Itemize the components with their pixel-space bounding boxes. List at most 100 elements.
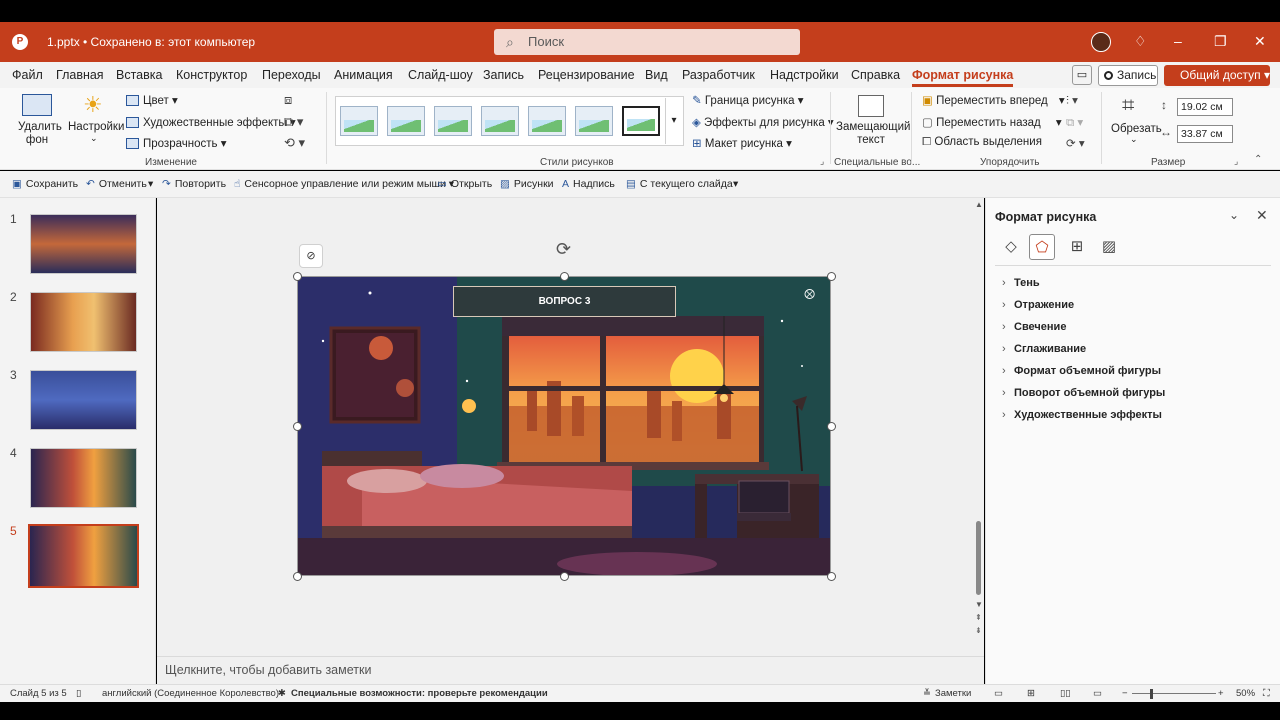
pane-close-icon[interactable]: ✕ xyxy=(1256,207,1268,224)
slide-thumbnail-3[interactable] xyxy=(30,370,137,430)
record-button[interactable]: Запись xyxy=(1098,65,1158,86)
picture-style-1[interactable] xyxy=(340,106,378,136)
bring-forward-button[interactable]: ▣ Переместить вперед ▾ xyxy=(922,93,1065,107)
scrollbar-thumb[interactable] xyxy=(976,521,981,595)
section-3d-rotation[interactable]: › Поворот объемной фигуры xyxy=(1002,387,1165,399)
collapse-ribbon-icon[interactable]: ⌃ xyxy=(1254,154,1262,165)
group-objects-icon[interactable]: ⧉ ▾ xyxy=(1066,115,1083,130)
reading-view-icon[interactable]: ▯▯ xyxy=(1060,688,1070,699)
search-box[interactable]: ⌕ Поиск xyxy=(494,29,800,55)
tab-slideshow[interactable]: Слайд-шоу xyxy=(408,68,473,82)
section-artistic-effects[interactable]: › Художественные эффекты xyxy=(1002,409,1162,421)
customize-qat-icon[interactable]: ▾ xyxy=(733,178,738,190)
pane-options-icon[interactable]: ⌄ xyxy=(1229,208,1239,222)
fill-line-icon[interactable]: ◇ xyxy=(998,234,1024,260)
tab-picture-format[interactable]: Формат рисунка xyxy=(912,68,1014,87)
change-picture-icon[interactable]: ⧉ ▾ xyxy=(284,114,303,130)
resize-handle-bottom[interactable] xyxy=(560,572,569,581)
minimize-icon[interactable]: – xyxy=(1174,33,1182,49)
caption-button[interactable]: A Надпись xyxy=(562,178,615,190)
designer-icon[interactable]: ⊘ xyxy=(299,244,323,268)
vertical-scrollbar[interactable]: ▲ ▼ ⇞ ⇟ xyxy=(974,198,984,656)
slide-thumbnail-5[interactable] xyxy=(28,524,139,588)
artistic-effects-button[interactable]: Художественные эффекты ▾ xyxy=(126,115,296,129)
tab-review[interactable]: Рецензирование xyxy=(538,68,635,82)
selection-pane-button[interactable]: ⧠ Область выделения xyxy=(922,136,1042,149)
tab-transitions[interactable]: Переходы xyxy=(262,68,321,82)
redo-button[interactable]: ↷ Повторить xyxy=(162,178,226,190)
share-button[interactable]: Общий доступ ▾ xyxy=(1164,65,1270,86)
section-glow[interactable]: › Свечение xyxy=(1002,321,1066,333)
open-button[interactable]: ▭ Открыть xyxy=(437,178,492,190)
tab-file[interactable]: Файл xyxy=(12,68,43,82)
slide-thumbnail-2[interactable] xyxy=(30,292,137,352)
picture-style-2[interactable] xyxy=(387,106,425,136)
scroll-up-icon[interactable]: ▲ xyxy=(975,200,983,209)
align-icon[interactable]: ⫶ ▾ xyxy=(1066,93,1078,108)
slide-thumbnail-1[interactable] xyxy=(30,214,137,274)
resize-handle-bottom-right[interactable] xyxy=(827,572,836,581)
tab-addins[interactable]: Надстройки xyxy=(770,68,839,82)
resize-handle-left[interactable] xyxy=(293,422,302,431)
lightbulb-icon[interactable]: ♢ xyxy=(1134,33,1147,50)
send-backward-button[interactable]: ▢ Переместить назад ▾ xyxy=(922,115,1062,129)
resize-handle-top[interactable] xyxy=(560,272,569,281)
width-input[interactable]: 33.87 см xyxy=(1177,125,1233,143)
picture-style-3[interactable] xyxy=(434,106,472,136)
avatar[interactable] xyxy=(1091,32,1111,52)
scroll-down-icon[interactable]: ▼ xyxy=(975,600,983,609)
restore-icon[interactable]: ❐ xyxy=(1214,33,1227,50)
compress-pictures-icon[interactable]: ⧈ xyxy=(284,92,292,108)
zoom-slider-thumb[interactable] xyxy=(1150,689,1153,699)
notes-button[interactable]: Заметки xyxy=(935,688,971,699)
save-button[interactable]: ▣ Сохранить xyxy=(12,178,78,190)
section-shadow[interactable]: › Тень xyxy=(1002,277,1040,289)
resize-handle-bottom-left[interactable] xyxy=(293,572,302,581)
spellcheck-icon[interactable]: ▯ xyxy=(76,688,81,699)
picture-style-4[interactable] xyxy=(481,106,519,136)
zoom-slider[interactable] xyxy=(1132,693,1216,694)
normal-view-icon[interactable]: ▭ xyxy=(994,688,1003,699)
zoom-in-icon[interactable]: + xyxy=(1218,688,1224,699)
tab-design[interactable]: Конструктор xyxy=(176,68,247,82)
close-icon[interactable]: ✕ xyxy=(1254,33,1266,50)
color-button[interactable]: Цвет ▾ xyxy=(126,93,178,107)
tab-view[interactable]: Вид xyxy=(645,68,668,82)
remove-background-button[interactable]: Удалить фон xyxy=(18,121,62,147)
slideshow-view-icon[interactable]: ▭ xyxy=(1093,688,1102,699)
undo-dropdown-icon[interactable]: ▾ xyxy=(148,178,153,190)
picture-style-5[interactable] xyxy=(528,106,566,136)
pictures-button[interactable]: ▨ Рисунки xyxy=(500,178,554,190)
previous-slide-icon[interactable]: ⇞ xyxy=(975,613,982,622)
size-dialog-launcher-icon[interactable]: ⌟ xyxy=(1234,156,1238,167)
rotate-handle-icon[interactable]: ⟳ xyxy=(556,239,571,260)
touch-mode-button[interactable]: ☝ Сенсорное управление или режим мыши ▾ xyxy=(234,178,454,190)
from-current-slide-button[interactable]: ▤ С текущего слайда xyxy=(626,178,733,190)
picture-layout-button[interactable]: ⊞ Макет рисунка ▾ xyxy=(692,136,792,150)
section-3d-format[interactable]: › Формат объемной фигуры xyxy=(1002,365,1161,377)
tab-animation[interactable]: Анимация xyxy=(334,68,393,82)
undo-button[interactable]: ↶ Отменить xyxy=(86,178,147,190)
alt-text-button[interactable]: Замещающий текст xyxy=(836,121,910,147)
resize-handle-top-right[interactable] xyxy=(827,272,836,281)
reset-picture-icon[interactable]: ⟲ ▾ xyxy=(284,135,305,151)
comments-button[interactable]: ▭ xyxy=(1072,65,1092,85)
zoom-out-icon[interactable]: − xyxy=(1122,688,1128,699)
size-properties-icon[interactable]: ⊞ xyxy=(1064,234,1090,260)
gallery-more-icon[interactable]: ▾ xyxy=(665,98,682,144)
language-indicator[interactable]: английский (Соединенное Королевство) xyxy=(102,688,279,699)
corrections-button[interactable]: Настройки xyxy=(68,121,124,133)
resize-handle-top-left[interactable] xyxy=(293,272,302,281)
effects-tab-icon[interactable]: ⬠ xyxy=(1029,234,1055,260)
picture-border-button[interactable]: ✎ Граница рисунка ▾ xyxy=(692,93,804,107)
dialog-launcher-icon[interactable]: ⌟ xyxy=(820,156,824,167)
slide-sorter-icon[interactable]: ⊞ xyxy=(1027,688,1035,699)
document-title[interactable]: 1.pptx • Сохранено в: этот компьютер xyxy=(47,35,255,49)
picture-style-6[interactable] xyxy=(575,106,613,136)
next-slide-icon[interactable]: ⇟ xyxy=(975,626,982,635)
tab-insert[interactable]: Вставка xyxy=(116,68,162,82)
picture-style-7[interactable] xyxy=(622,106,660,136)
rotate-icon[interactable]: ⟳ ▾ xyxy=(1066,136,1085,150)
zoom-level[interactable]: 50% xyxy=(1236,688,1255,699)
picture-effects-button[interactable]: ◈ Эффекты для рисунка ▾ xyxy=(692,115,834,129)
